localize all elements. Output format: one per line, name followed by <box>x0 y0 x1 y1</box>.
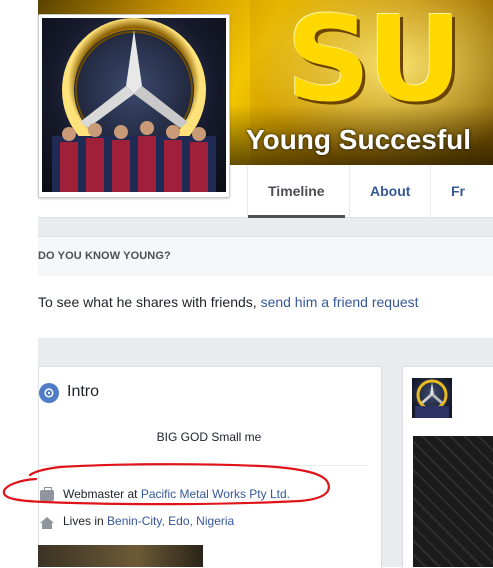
home-icon <box>40 517 54 529</box>
profile-picture[interactable] <box>42 18 226 192</box>
post-avatar[interactable] <box>412 378 452 418</box>
lives-row: Lives in Benin-City, Edo, Nigeria <box>63 514 234 528</box>
intro-bio: BIG GOD Small me <box>156 430 262 444</box>
intro-title: Intro <box>67 383 100 400</box>
lives-link[interactable]: Benin-City, Edo, Nigeria <box>107 514 234 528</box>
red-annotation-outline <box>2 463 330 506</box>
know-section-text: To see what he shares with friends, send… <box>38 294 419 310</box>
post-photo[interactable] <box>413 436 493 567</box>
profile-name[interactable]: Young Succesful <box>246 124 471 156</box>
section-gap <box>38 218 493 236</box>
tab-friends[interactable]: Fr <box>430 165 485 217</box>
know-text: To see what he shares with friends, <box>38 294 261 310</box>
tab-about[interactable]: About <box>349 165 430 217</box>
friend-request-link[interactable]: send him a friend request <box>261 294 419 310</box>
mercedes-star-logo <box>52 18 216 192</box>
know-section-title: DO YOU KNOW YOUNG? <box>38 250 171 262</box>
tab-timeline[interactable]: Timeline <box>247 165 345 218</box>
mercedes-star-logo-small <box>415 379 449 418</box>
lives-prefix: Lives in <box>63 514 108 528</box>
intro-featured-photo[interactable] <box>38 545 203 567</box>
globe-icon: ⊙ <box>39 383 59 403</box>
